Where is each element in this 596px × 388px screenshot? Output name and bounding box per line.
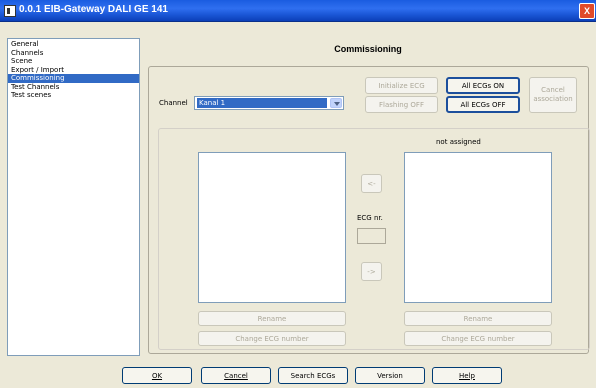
- right-rename-button[interactable]: Rename: [404, 311, 552, 326]
- ecg-number-label: ECG nr.: [357, 214, 383, 222]
- help-label: Help: [459, 371, 475, 380]
- ecg-number-field[interactable]: [357, 228, 386, 244]
- nav-item-channels[interactable]: Channels: [8, 49, 139, 58]
- channel-select-value: Kanal 1: [197, 98, 327, 108]
- all-ecgs-on-button[interactable]: All ECGs ON: [446, 77, 520, 94]
- left-rename-label: Rename: [257, 314, 287, 323]
- channel-label: Channel: [159, 99, 188, 107]
- assigned-ecg-list[interactable]: [198, 152, 346, 303]
- close-button[interactable]: X: [579, 3, 595, 19]
- arrow-left-icon: <-: [367, 179, 376, 188]
- chevron-down-icon[interactable]: [330, 98, 342, 108]
- nav-item-test-channels[interactable]: Test Channels: [8, 83, 139, 92]
- page-title: Commissioning: [334, 44, 402, 54]
- channel-select[interactable]: Kanal 1: [194, 96, 344, 110]
- cancel-label: Cancel: [224, 371, 248, 380]
- initialize-ecg-button[interactable]: Initialize ECG: [365, 77, 438, 94]
- flashing-off-label: Flashing OFF: [379, 100, 424, 109]
- search-ecgs-label: Search ECGs: [290, 371, 336, 380]
- move-right-button[interactable]: ->: [361, 262, 382, 281]
- help-button[interactable]: Help: [432, 367, 502, 384]
- left-change-number-label: Change ECG number: [235, 334, 309, 343]
- all-ecgs-off-button[interactable]: All ECGs OFF: [446, 96, 520, 113]
- initialize-ecg-label: Initialize ECG: [378, 81, 425, 90]
- nav-item-commissioning[interactable]: Commissioning: [8, 74, 139, 83]
- right-change-number-button[interactable]: Change ECG number: [404, 331, 552, 346]
- cancel-association-label: Cancel association: [533, 86, 573, 103]
- version-label: Version: [377, 371, 403, 380]
- nav-item-general[interactable]: General: [8, 40, 139, 49]
- left-change-number-button[interactable]: Change ECG number: [198, 331, 346, 346]
- flashing-off-button[interactable]: Flashing OFF: [365, 96, 438, 113]
- app-icon: [4, 5, 16, 17]
- right-change-number-label: Change ECG number: [441, 334, 515, 343]
- cancel-association-button[interactable]: Cancel association: [529, 77, 577, 113]
- arrow-right-icon: ->: [367, 267, 376, 276]
- right-rename-label: Rename: [463, 314, 493, 323]
- ok-button[interactable]: OK: [122, 367, 192, 384]
- all-ecgs-off-label: All ECGs OFF: [460, 100, 506, 109]
- version-button[interactable]: Version: [355, 367, 425, 384]
- not-assigned-label: not assigned: [436, 138, 481, 146]
- navigation-list[interactable]: General Channels Scene Export / Import C…: [7, 38, 140, 356]
- left-rename-button[interactable]: Rename: [198, 311, 346, 326]
- window-title: 0.0.1 EIB-Gateway DALI GE 141: [19, 4, 168, 15]
- nav-item-test-scenes[interactable]: Test scenes: [8, 91, 139, 100]
- title-bar[interactable]: 0.0.1 EIB-Gateway DALI GE 141 X: [0, 0, 596, 22]
- nav-item-export-import[interactable]: Export / Import: [8, 66, 139, 75]
- move-left-button[interactable]: <-: [361, 174, 382, 193]
- all-ecgs-on-label: All ECGs ON: [461, 81, 505, 90]
- ok-label: OK: [151, 371, 163, 380]
- unassigned-ecg-list[interactable]: [404, 152, 552, 303]
- cancel-button[interactable]: Cancel: [201, 367, 271, 384]
- nav-item-scene[interactable]: Scene: [8, 57, 139, 66]
- search-ecgs-button[interactable]: Search ECGs: [278, 367, 348, 384]
